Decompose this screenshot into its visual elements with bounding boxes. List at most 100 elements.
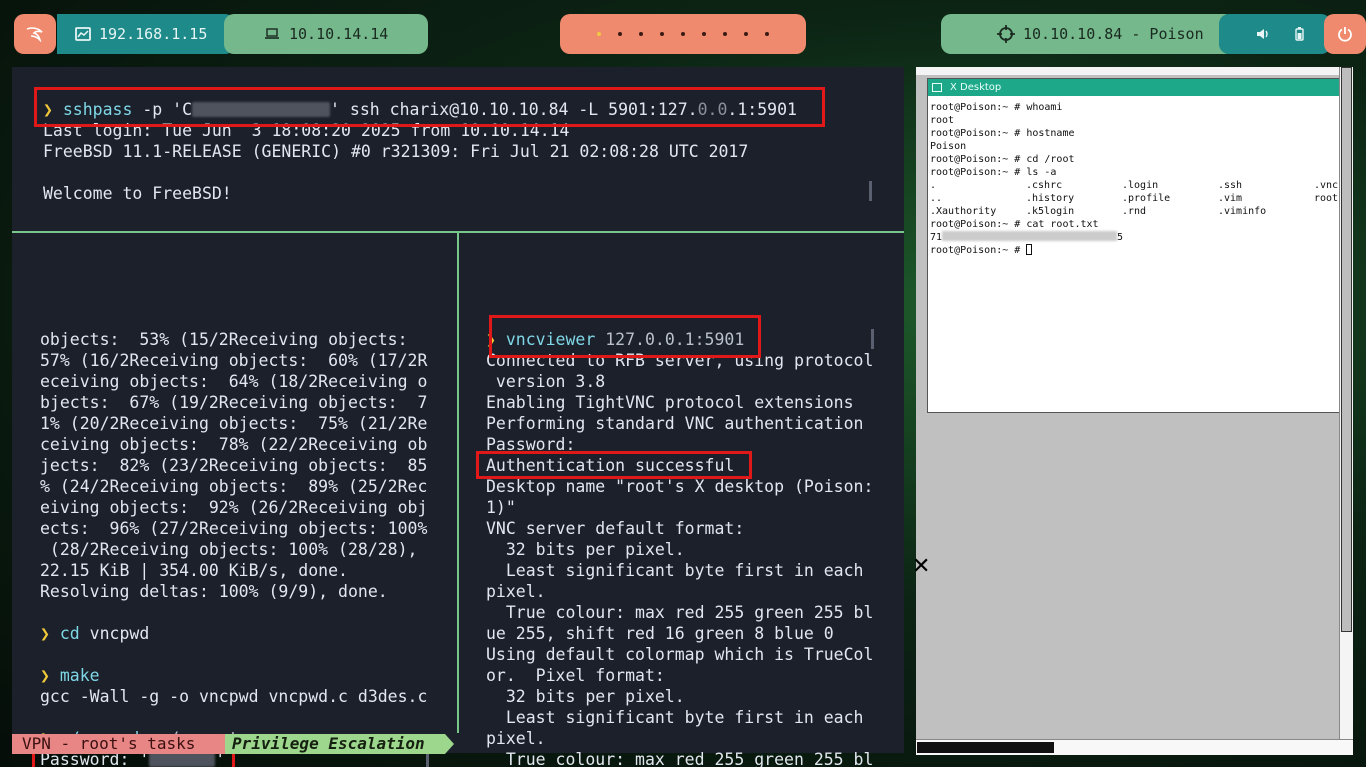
vnc-viewer-window[interactable]: X Desktop root@Poison:~ # whoami root ro…	[916, 67, 1353, 755]
xterm-prompt-line: root@Poison:~ #	[930, 244, 1033, 257]
highlight-box-auth	[476, 451, 752, 479]
xterm-titlebar[interactable]: X Desktop	[928, 79, 1340, 96]
prompt-chevron: ❯	[40, 666, 50, 685]
xterm-line: root	[930, 115, 955, 126]
workspace-dot[interactable]	[744, 32, 748, 36]
xterm-window[interactable]: X Desktop root@Poison:~ # whoami root ro…	[927, 78, 1341, 413]
workspace-dot[interactable]	[765, 32, 769, 36]
window-menu-icon[interactable]	[932, 83, 942, 92]
terminal-pane-right[interactable]: ❯ vncviewer 127.0.0.1:5901 Connected to …	[459, 233, 904, 767]
ls-entry: .ssh	[1218, 180, 1243, 191]
ls-entry: .rnd	[1122, 206, 1147, 217]
vertical-scrollbar[interactable]	[1339, 67, 1353, 739]
git-output-line: ceiving objects: 78% (22/2Receiving ob	[40, 435, 428, 454]
power-button[interactable]	[1324, 14, 1366, 54]
vpn-ip-text: 10.10.14.14	[289, 25, 389, 43]
workspace-dot[interactable]	[723, 32, 727, 36]
gcc-output-line: gcc -Wall -g -o vncpwd vncpwd.c d3des.c	[40, 687, 428, 706]
ls-entry: ..	[930, 193, 943, 204]
xterm-line: root@Poison:~ # cd /root	[930, 154, 1075, 165]
active-window-tab[interactable]: Privilege Escalation	[225, 734, 445, 754]
git-output-line: ects: 96% (27/2Receiving objects: 100%	[40, 519, 428, 538]
terminal-pane-top[interactable]: ❯ sshpass -p 'C ' ssh charix@10.10.10.84 …	[12, 67, 904, 231]
git-output-line: bjects: 67% (19/2Receiving objects: 7	[40, 393, 428, 412]
session-name[interactable]: VPN - root's tasks	[12, 734, 225, 754]
target-widget[interactable]: 10.10.10.84 - Poison	[941, 14, 1235, 54]
x-cursor-icon: ✕	[912, 554, 931, 579]
horizontal-scrollbar[interactable]	[916, 739, 1353, 755]
git-output-line: 1% (20/2Receiving objects: 75% (21/2Re	[40, 414, 428, 433]
workspace-dot-active[interactable]	[597, 32, 601, 36]
volume-icon[interactable]	[1256, 28, 1270, 40]
git-output-line: % (24/2Receiving objects: 89% (25/2Rec	[40, 477, 428, 496]
laptop-icon	[265, 28, 279, 39]
workspace-dot[interactable]	[681, 32, 685, 36]
monitor-chart-icon	[75, 27, 91, 41]
command-name: cd	[59, 624, 80, 643]
workspace-switcher[interactable]	[560, 14, 806, 54]
crosshair-icon	[997, 25, 1015, 43]
terminal-cursor	[869, 181, 872, 201]
git-output-line: eiving objects: 92% (26/2Receiving obj	[40, 498, 428, 517]
git-output-line: objects: 53% (15/2Receiving objects:	[40, 330, 408, 349]
terminal-pane-left[interactable]: objects: 53% (15/2Receiving objects: 57%…	[12, 233, 457, 767]
power-icon	[1338, 27, 1352, 42]
ls-entry: .history	[1026, 193, 1075, 204]
git-output-line: (28/2Receiving objects: 100% (28/28),	[40, 540, 418, 559]
vnc-output-line: Using default colormap which is TrueCol	[486, 645, 874, 664]
vnc-output-line: 32 bits per pixel.	[486, 687, 685, 706]
ls-entry: .login	[1122, 180, 1159, 191]
freebsd-version-line: FreeBSD 11.1-RELEASE (GENERIC) #0 r32130…	[43, 142, 749, 161]
git-output-line: Resolving deltas: 100% (9/9), done.	[40, 582, 388, 601]
vnc-output-line: VNC server default format:	[486, 519, 745, 538]
flag-line: 71 5	[930, 231, 1123, 244]
status-separator	[445, 734, 454, 754]
command-name: make	[59, 666, 100, 685]
workspace-dot[interactable]	[660, 32, 664, 36]
ls-entry: root	[1314, 193, 1339, 204]
local-ip-text: 192.168.1.15	[99, 25, 208, 43]
flag-start: 71	[930, 232, 943, 243]
workspace-dot[interactable]	[639, 32, 643, 36]
vnc-output-line: 32 bits per pixel.	[486, 540, 685, 559]
vnc-output-line: Performing standard VNC authentication	[486, 414, 864, 433]
prompt-chevron: ❯	[40, 624, 50, 643]
vnc-output-line: version 3.8	[486, 372, 606, 391]
kali-dragon-icon	[26, 27, 43, 42]
terminal-window[interactable]: ❯ sshpass -p 'C ' ssh charix@10.10.10.84 …	[12, 67, 904, 767]
local-ip-widget[interactable]: 192.168.1.15	[57, 14, 235, 54]
git-output-line: eceiving objects: 64% (18/2Receiving o	[40, 372, 428, 391]
vnc-output-line: ue 255, shift red 16 green 8 blue 0	[486, 624, 834, 643]
battery-icon[interactable]	[1295, 27, 1304, 41]
vnc-output-line: pixel.	[486, 729, 546, 748]
kali-menu-button[interactable]	[14, 14, 56, 54]
vnc-output-line: Enabling TightVNC protocol extensions	[486, 393, 854, 412]
ls-entry: .cshrc	[1026, 180, 1063, 191]
vnc-top-strip	[916, 67, 1353, 75]
highlight-box-vncviewer	[489, 315, 761, 358]
workspace-dot[interactable]	[702, 32, 706, 36]
xterm-title: X Desktop	[950, 82, 1002, 93]
vnc-output-line: True colour: max red 255 green 255 bl	[486, 750, 874, 767]
make-command-line: ❯ make	[40, 665, 100, 686]
ls-entry: .viminfo	[1218, 206, 1267, 217]
redacted-flag	[942, 231, 1118, 241]
xterm-line: root@Poison:~ # hostname	[930, 128, 1075, 139]
terminal-cursor	[871, 329, 874, 349]
workspace-dot[interactable]	[618, 32, 622, 36]
ls-entry: .k5login	[1026, 206, 1075, 217]
highlight-box-ssh	[34, 87, 825, 127]
scrollbar-thumb[interactable]	[1341, 67, 1352, 632]
scrollbar-thumb[interactable]	[917, 742, 1054, 753]
system-tray[interactable]	[1219, 14, 1331, 54]
git-output-line: 57% (16/2Receiving objects: 60% (17/2R	[40, 351, 428, 370]
top-bar: 192.168.1.15 10.10.14.14 10.10.10.84 - P…	[14, 14, 1366, 54]
vpn-ip-widget[interactable]: 10.10.14.14	[224, 14, 428, 54]
welcome-line: Welcome to FreeBSD!	[43, 184, 232, 203]
git-output-line: 22.15 KiB | 354.00 KiB/s, done.	[40, 561, 348, 580]
command-args: vncpwd	[79, 624, 150, 643]
xterm-line: root@Poison:~ # whoami	[930, 102, 1063, 113]
vnc-output-line: Desktop name "root's X desktop (Poison:	[486, 477, 874, 496]
flag-end: 5	[1117, 232, 1124, 243]
vnc-output-line: Least significant byte first in each	[486, 561, 864, 580]
